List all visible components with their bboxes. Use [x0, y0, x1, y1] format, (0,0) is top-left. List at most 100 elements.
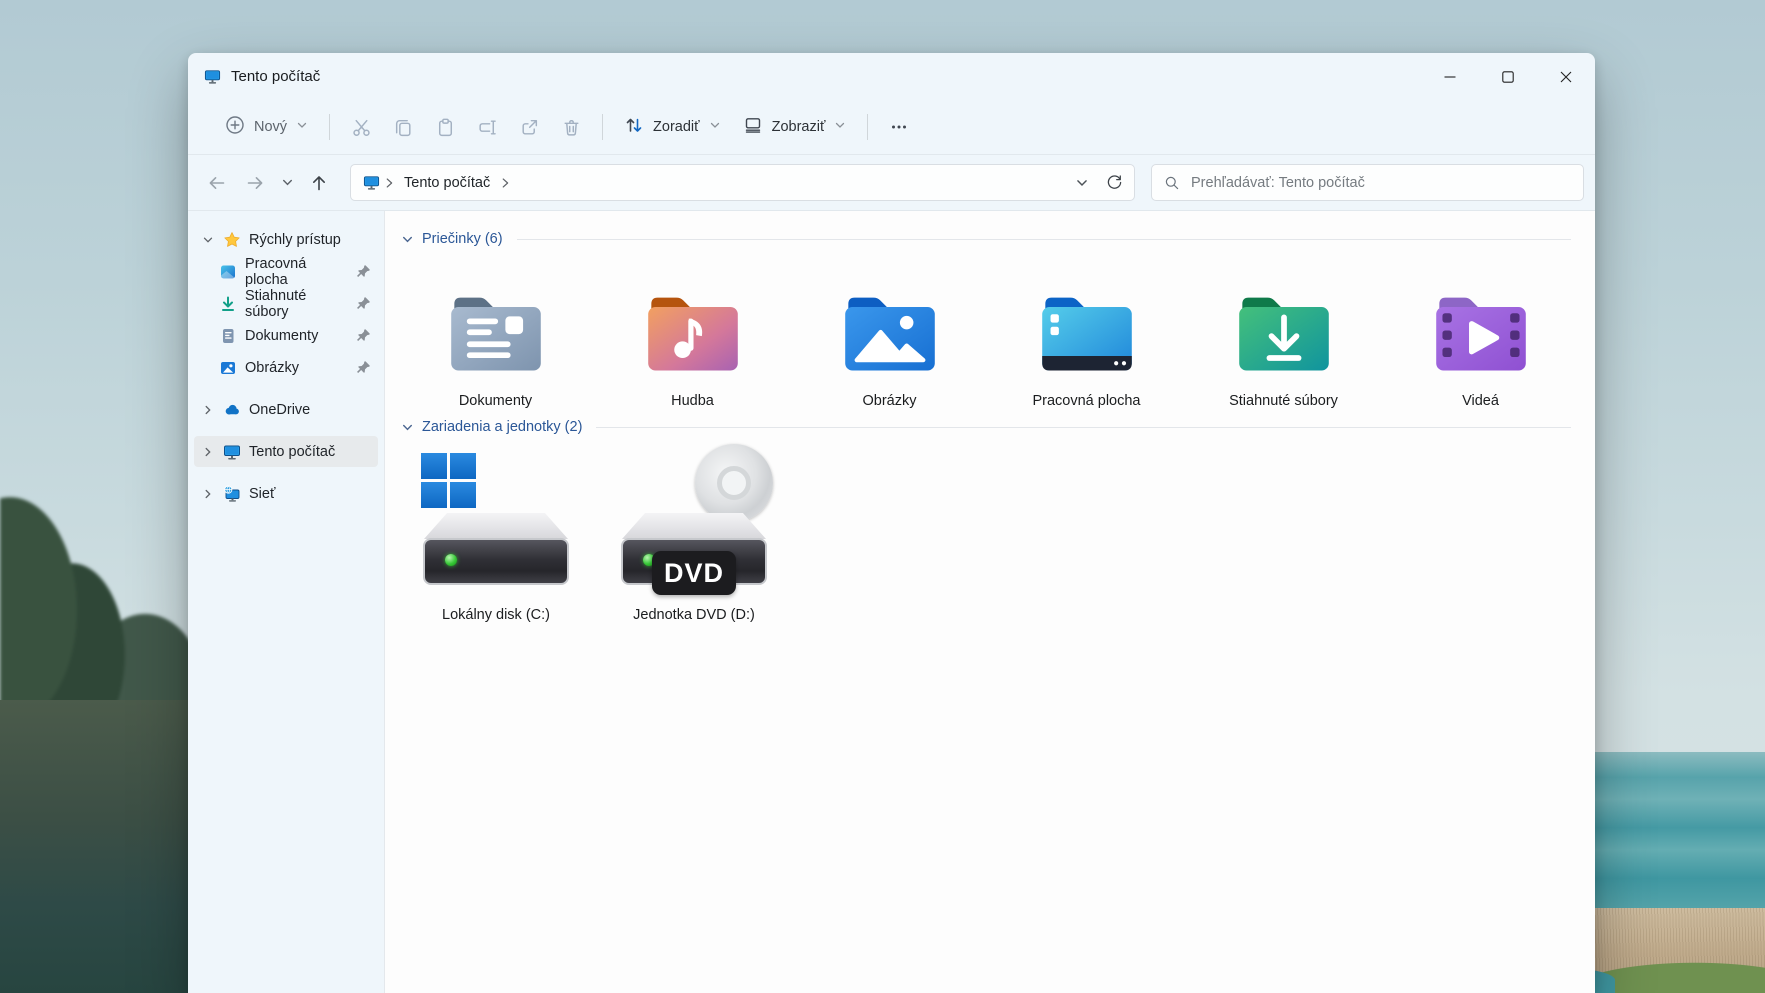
chevron-down-icon[interactable]	[201, 234, 215, 246]
chevron-right-icon[interactable]	[201, 404, 215, 416]
sidebar-item-label: Dokumenty	[245, 328, 318, 344]
sidebar-gap	[188, 426, 384, 435]
view-button-label: Zobraziť	[772, 119, 826, 135]
documents-folder-icon	[446, 289, 546, 375]
new-button[interactable]: Nový	[214, 107, 319, 147]
toolbar-separator	[602, 114, 603, 140]
paste-button[interactable]	[424, 108, 466, 146]
sidebar-item-quick-access[interactable]: Rýchly prístup	[194, 224, 378, 255]
sidebar-item-label: Pracovná plocha	[245, 256, 348, 288]
address-dropdown-button[interactable]	[1066, 168, 1098, 198]
chevron-right-icon[interactable]	[201, 446, 215, 458]
folder-tile-music[interactable]: Hudba	[594, 259, 791, 409]
back-button[interactable]	[198, 164, 236, 202]
sidebar-item-label: Rýchly prístup	[249, 232, 341, 248]
drive-label: Lokálny disk (C:)	[442, 607, 550, 623]
folders-grid: Dokumenty Hudba	[397, 259, 1579, 409]
pin-icon	[356, 328, 371, 343]
sidebar-item-label: Tento počítač	[249, 444, 335, 460]
devices-section-title: Zariadenia a jednotky (2)	[422, 419, 582, 435]
drive-tile-dvd[interactable]: DVD Jednotka DVD (D:)	[595, 447, 793, 623]
this-pc-icon	[363, 174, 380, 191]
sidebar-item-documents[interactable]: Dokumenty	[194, 320, 378, 351]
picture-icon	[219, 359, 237, 377]
devices-section-header[interactable]: Zariadenia a jednotky (2)	[401, 415, 1575, 439]
search-input[interactable]	[1191, 175, 1571, 191]
sidebar-gap	[188, 384, 384, 393]
pin-icon	[356, 264, 371, 279]
folder-tile-documents[interactable]: Dokumenty	[397, 259, 594, 409]
rename-button[interactable]	[466, 108, 508, 146]
this-pc-icon	[204, 68, 221, 85]
dvd-drive-icon: DVD	[619, 447, 769, 597]
navigation-pane: Rýchly prístup Pracovná plocha Stiahnuté…	[188, 211, 384, 993]
titlebar: Tento počítač	[188, 53, 1595, 100]
plus-circle-icon	[225, 115, 245, 139]
folder-tile-desktop[interactable]: Pracovná plocha	[988, 259, 1185, 409]
sidebar-item-label: Stiahnuté súbory	[245, 288, 348, 320]
window-body: Rýchly prístup Pracovná plocha Stiahnuté…	[188, 211, 1595, 993]
sidebar-item-onedrive[interactable]: OneDrive	[194, 394, 378, 425]
devices-grid: Lokálny disk (C:) DVD Jednotka	[397, 447, 1579, 623]
maximize-button[interactable]	[1479, 53, 1537, 100]
view-button[interactable]: Zobraziť	[732, 107, 858, 147]
sort-button[interactable]: Zoradiť	[613, 107, 732, 147]
chevron-right-icon[interactable]	[201, 488, 215, 500]
cut-button[interactable]	[340, 108, 382, 146]
refresh-button[interactable]	[1098, 168, 1130, 198]
window-title: Tento počítač	[231, 68, 320, 85]
share-button[interactable]	[508, 108, 550, 146]
close-button[interactable]	[1537, 53, 1595, 100]
pin-icon	[356, 296, 371, 311]
folder-tile-pictures[interactable]: Obrázky	[791, 259, 988, 409]
sidebar-item-desktop[interactable]: Pracovná plocha	[194, 256, 378, 287]
forward-button[interactable]	[236, 164, 274, 202]
drive-label: Jednotka DVD (D:)	[633, 607, 755, 623]
file-explorer-window: Tento počítač Nový	[188, 53, 1595, 993]
folders-section-header[interactable]: Priečinky (6)	[401, 227, 1575, 251]
address-bar[interactable]: Tento počítač	[350, 164, 1135, 201]
chevron-down-icon[interactable]	[401, 233, 414, 246]
videos-folder-icon	[1431, 289, 1531, 375]
folders-section-title: Priečinky (6)	[422, 231, 503, 247]
folder-tile-downloads[interactable]: Stiahnuté súbory	[1185, 259, 1382, 409]
folder-label: Hudba	[671, 393, 714, 409]
wallpaper-hill	[0, 700, 196, 993]
up-button[interactable]	[300, 164, 338, 202]
drive-tile-local-disk[interactable]: Lokálny disk (C:)	[397, 447, 595, 623]
breadcrumb-chevron-icon[interactable]	[498, 176, 512, 190]
star-icon	[223, 231, 241, 249]
folder-label: Obrázky	[863, 393, 917, 409]
sidebar-item-pictures[interactable]: Obrázky	[194, 352, 378, 383]
music-folder-icon	[643, 289, 743, 375]
search-box	[1151, 164, 1584, 201]
more-options-button[interactable]	[878, 108, 920, 146]
folder-tile-videos[interactable]: Videá	[1382, 259, 1579, 409]
drive-led	[445, 554, 457, 566]
chevron-down-icon	[834, 119, 846, 135]
search-icon	[1164, 175, 1180, 191]
folder-label: Pracovná plocha	[1032, 393, 1140, 409]
breadcrumb-root[interactable]: Tento počítač	[398, 171, 496, 195]
network-icon	[223, 485, 241, 503]
local-disk-icon	[421, 447, 571, 597]
view-icon	[743, 115, 763, 139]
new-button-label: Nový	[254, 119, 287, 135]
address-bar-row: Tento počítač	[188, 155, 1595, 211]
sidebar-item-label: Sieť	[249, 486, 275, 502]
copy-button[interactable]	[382, 108, 424, 146]
chevron-down-icon	[296, 119, 308, 135]
minimize-button[interactable]	[1421, 53, 1479, 100]
recent-locations-button[interactable]	[274, 164, 300, 202]
chevron-down-icon[interactable]	[401, 421, 414, 434]
content-pane: Priečinky (6) Do	[384, 211, 1595, 993]
disc-icon	[695, 444, 773, 522]
sidebar-item-network[interactable]: Sieť	[194, 478, 378, 509]
sort-button-label: Zoradiť	[653, 119, 700, 135]
document-icon	[219, 327, 237, 345]
delete-button[interactable]	[550, 108, 592, 146]
sidebar-item-this-pc[interactable]: Tento počítač	[194, 436, 378, 467]
window-controls	[1421, 53, 1595, 100]
sidebar-item-downloads[interactable]: Stiahnuté súbory	[194, 288, 378, 319]
section-divider	[596, 427, 1571, 428]
